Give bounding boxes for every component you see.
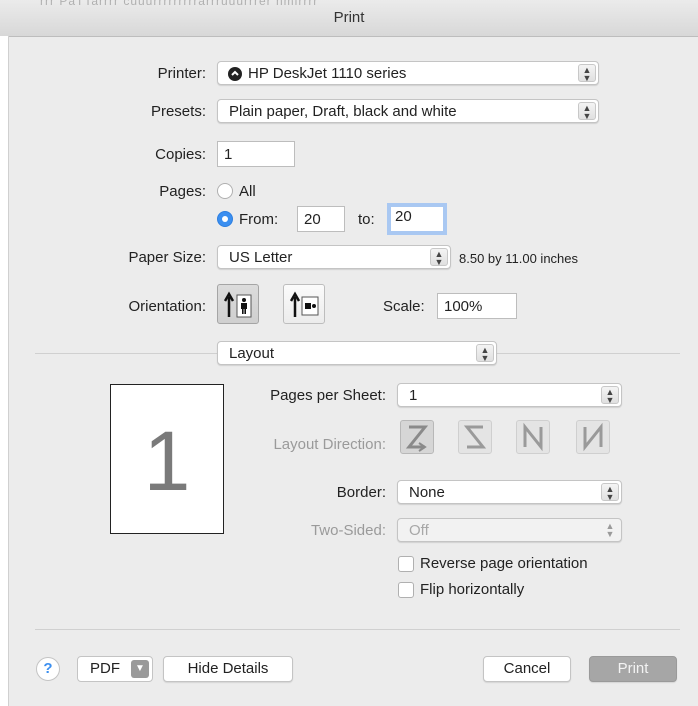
pages-to-input[interactable]: 20 [387, 203, 447, 235]
paper-size-label: Paper Size: [128, 249, 206, 266]
border-popup[interactable]: None ▲ ▼ [397, 480, 622, 504]
pages-all-label: All [239, 183, 256, 200]
copies-input[interactable]: 1 [217, 141, 295, 167]
chevron-updown-icon: ▲ ▼ [430, 248, 448, 267]
pages-from-input[interactable]: 20 [297, 206, 345, 232]
chevron-down-icon: ▼ [131, 660, 149, 678]
border-value: None [409, 484, 445, 501]
flip-horizontally-checkbox[interactable] [398, 582, 414, 598]
two-sided-label: Two-Sided: [310, 522, 386, 539]
orientation-label: Orientation: [128, 298, 206, 315]
paper-size-popup[interactable]: US Letter ▲ ▼ [217, 245, 451, 269]
reverse-n-direction-icon [523, 422, 543, 452]
reverse-orientation-label: Reverse page orientation [420, 555, 588, 572]
preview-page-number: 1 [143, 414, 191, 508]
pages-per-sheet-label: Pages per Sheet: [270, 387, 386, 404]
n-direction-icon [583, 422, 603, 452]
section-value: Layout [229, 345, 275, 362]
print-button[interactable]: Print [589, 656, 677, 682]
pages-all-radio[interactable] [217, 183, 233, 199]
hide-details-button[interactable]: Hide Details [163, 656, 293, 682]
pages-per-sheet-value: 1 [409, 387, 418, 404]
pdf-label: PDF [90, 660, 120, 677]
printer-value: HP DeskJet 1110 series [248, 65, 407, 82]
pdf-menu-button[interactable]: PDF ▼ [77, 656, 153, 682]
presets-popup[interactable]: Plain paper, Draft, black and white ▲ ▼ [217, 99, 599, 123]
flip-horizontally-label: Flip horizontally [420, 581, 525, 598]
chevron-updown-icon: ▲ ▼ [605, 521, 615, 539]
z-direction-icon [405, 425, 429, 452]
pages-to-label: to: [358, 211, 375, 228]
page-preview: 1 [110, 384, 224, 534]
paper-size-value: US Letter [229, 249, 293, 266]
help-button[interactable]: ? [36, 657, 60, 681]
printer-label: Printer: [157, 65, 206, 82]
orientation-portrait-button[interactable] [217, 284, 259, 324]
two-sided-popup[interactable]: Off ▲ ▼ [397, 518, 622, 542]
title-bar: rrr PaTTarrrr cuuurrrrrrrrrarrruuurrrer … [0, 0, 698, 37]
copies-label: Copies: [155, 146, 206, 163]
orientation-landscape-button[interactable] [283, 284, 325, 324]
presets-label: Presets: [150, 103, 206, 120]
s-direction-icon [463, 425, 487, 449]
section-popup[interactable]: Layout ▲ ▼ [217, 341, 497, 365]
layout-direction-z-button[interactable] [400, 420, 434, 454]
landscape-icon [290, 291, 319, 317]
chevron-updown-icon: ▲ ▼ [601, 386, 619, 405]
pages-label: Pages: [159, 183, 206, 200]
reverse-orientation-checkbox[interactable] [398, 556, 414, 572]
pages-from-label: From: [239, 211, 279, 228]
layout-direction-n-button[interactable] [576, 420, 610, 454]
scale-input[interactable]: 100% [437, 293, 517, 319]
two-sided-value: Off [409, 522, 429, 539]
presets-value: Plain paper, Draft, black and white [229, 103, 457, 120]
cancel-button[interactable]: Cancel [483, 656, 571, 682]
pages-from-radio[interactable] [217, 211, 233, 227]
layout-direction-label: Layout Direction: [273, 436, 386, 453]
chevron-updown-icon: ▲ ▼ [578, 102, 596, 121]
layout-direction-s-button[interactable] [458, 420, 492, 454]
portrait-icon [224, 291, 252, 318]
printer-status-icon [228, 67, 242, 81]
border-label: Border: [336, 484, 386, 501]
window-title: Print [333, 9, 365, 26]
paper-dimensions: 8.50 by 11.00 inches [459, 251, 579, 266]
chevron-updown-icon: ▲ ▼ [578, 64, 596, 83]
pages-per-sheet-popup[interactable]: 1 ▲ ▼ [397, 383, 622, 407]
chevron-updown-icon: ▲ ▼ [601, 483, 619, 502]
layout-direction-reverse-n-button[interactable] [516, 420, 550, 454]
background-window-text: rrr PaTTarrrr cuuurrrrrrrrrarrruuurrrer … [40, 0, 319, 8]
scale-label: Scale: [383, 298, 425, 315]
background-window-edge [0, 36, 9, 706]
footer-separator [35, 629, 680, 630]
chevron-updown-icon: ▲ ▼ [476, 344, 494, 363]
printer-popup[interactable]: HP DeskJet 1110 series ▲ ▼ [217, 61, 599, 85]
